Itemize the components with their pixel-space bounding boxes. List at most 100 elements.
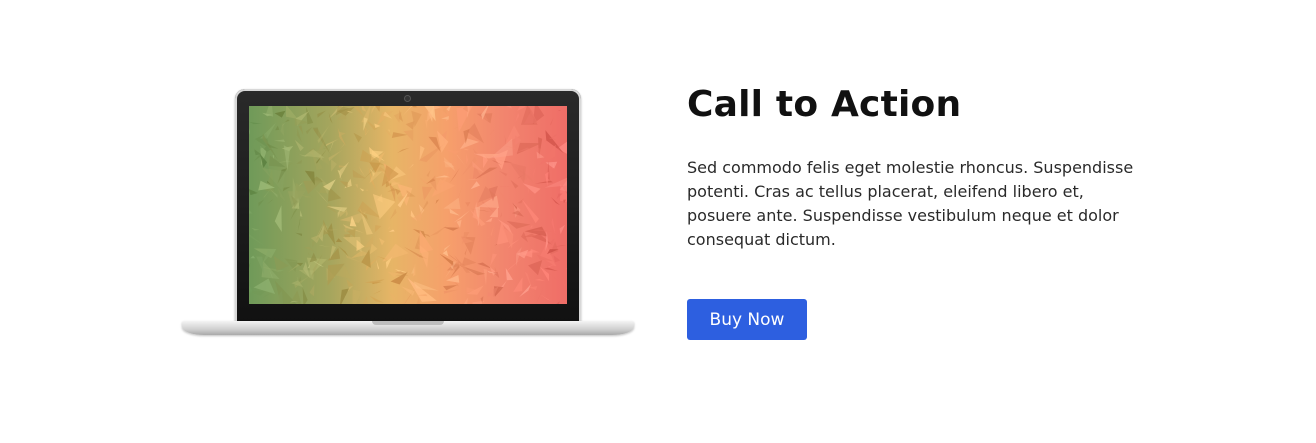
wallpaper-facet [493, 271, 500, 279]
wallpaper-facet [498, 189, 510, 204]
wallpaper-facet [465, 152, 469, 165]
wallpaper-facet [465, 202, 471, 207]
wallpaper-facet [361, 106, 367, 112]
wallpaper-facet [446, 106, 452, 112]
cta-section: Call to Action Sed commodo felis eget mo… [0, 0, 1316, 443]
wallpaper-facet [262, 291, 274, 298]
wallpaper-facet [445, 149, 462, 155]
wallpaper-facet [414, 235, 420, 250]
wallpaper-facet [376, 259, 380, 270]
wallpaper-facet [344, 227, 347, 233]
wallpaper-facet [406, 238, 412, 246]
laptop-lid [235, 89, 581, 323]
wallpaper-facet [331, 159, 337, 172]
wallpaper-facet [274, 110, 286, 118]
buy-now-button[interactable]: Buy Now [687, 299, 807, 340]
wallpaper-facet [385, 130, 392, 136]
wallpaper-facet [382, 243, 409, 262]
wallpaper-facet [299, 218, 304, 221]
wallpaper-facet [553, 255, 561, 263]
wallpaper-facet [299, 210, 303, 217]
wallpaper-facet [489, 129, 495, 135]
wallpaper-facet [387, 129, 391, 133]
wallpaper-facet [338, 131, 346, 138]
wallpaper-facet [339, 288, 350, 304]
wallpaper-facet [388, 290, 398, 304]
wallpaper-facet [374, 225, 382, 233]
wallpaper-facet [339, 161, 350, 179]
wallpaper-facet [446, 275, 460, 283]
wallpaper-facet [557, 110, 562, 112]
wallpaper-facet [556, 301, 560, 304]
wallpaper-facet [305, 127, 313, 135]
wallpaper-facet [506, 106, 513, 109]
wallpaper-facet [403, 130, 414, 142]
wallpaper-facet [294, 139, 304, 152]
wallpaper-facet [260, 122, 277, 139]
wallpaper-facet [545, 171, 549, 187]
camera-icon [405, 96, 410, 101]
wallpaper-facet [461, 257, 477, 267]
wallpaper-facet [551, 217, 556, 235]
wallpaper-facet [274, 278, 276, 288]
wallpaper-facet [365, 279, 385, 284]
wallpaper-facet [308, 252, 311, 256]
wallpaper-facet [449, 208, 460, 216]
wallpaper-facet [310, 234, 322, 244]
wallpaper-facet [284, 119, 290, 123]
wallpaper-facet [533, 166, 536, 178]
wallpaper-facet [515, 112, 520, 123]
wallpaper-facet [326, 223, 336, 245]
wallpaper-facet [443, 227, 460, 231]
wallpaper-facet [510, 179, 519, 189]
wallpaper-facet [434, 263, 443, 269]
wallpaper-facet [389, 208, 397, 220]
wallpaper-facet [513, 217, 523, 222]
wallpaper-facet [534, 278, 546, 282]
wallpaper-facet [251, 227, 260, 231]
wallpaper-facet [472, 300, 485, 304]
wallpaper-facet [365, 189, 369, 192]
wallpaper-facet [275, 125, 280, 131]
wallpaper-facet [249, 262, 251, 269]
wallpaper-facet [522, 183, 541, 194]
wallpaper-facet [272, 290, 284, 304]
wallpaper-facet [435, 175, 450, 178]
wallpaper-facet [470, 181, 480, 190]
wallpaper-facet [458, 184, 463, 198]
wallpaper-facet [562, 273, 566, 289]
wallpaper-facet [430, 225, 448, 236]
wallpaper-facet [517, 106, 526, 111]
wallpaper-facet [490, 225, 494, 237]
wallpaper-facet [372, 289, 383, 295]
wallpaper-facet [258, 199, 265, 207]
wallpaper-facet [405, 121, 415, 130]
laptop-base [182, 321, 634, 335]
wallpaper-facet [422, 186, 433, 201]
wallpaper-facet [441, 116, 449, 120]
wallpaper-facet [273, 139, 285, 142]
wallpaper-facet [557, 141, 567, 154]
wallpaper-facet [408, 164, 414, 170]
wallpaper-facet [456, 219, 462, 228]
wallpaper-facet [490, 253, 497, 267]
cta-title: Call to Action [687, 84, 962, 125]
wallpaper-facet [534, 180, 553, 184]
screen-wallpaper [249, 106, 567, 304]
wallpaper-facet [550, 117, 554, 126]
wallpaper-facet [445, 119, 449, 121]
wallpaper-facet [296, 159, 302, 164]
wallpaper-facet [369, 295, 384, 303]
wallpaper-facet [565, 160, 567, 164]
wallpaper-facet [388, 225, 391, 230]
wallpaper-facet [560, 169, 562, 178]
wallpaper-facet [325, 138, 339, 147]
wallpaper-facet [442, 250, 449, 257]
wallpaper-facet [539, 144, 556, 165]
wallpaper-facet [411, 266, 415, 274]
wallpaper-facet [426, 170, 431, 178]
wallpaper-facet [483, 268, 488, 286]
wallpaper-facet [285, 106, 298, 119]
wallpaper-facet [318, 245, 333, 248]
wallpaper-facet [545, 161, 558, 169]
